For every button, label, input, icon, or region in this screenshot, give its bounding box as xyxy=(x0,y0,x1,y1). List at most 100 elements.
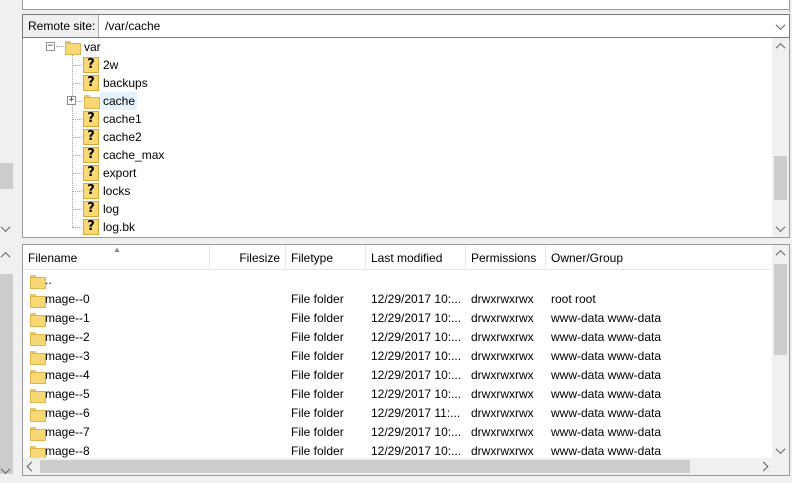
file-row[interactable]: mage--5 File folder 12/29/2017 10:... drwxr… xyxy=(23,385,771,404)
file-list-scroll-thumb[interactable] xyxy=(774,264,787,355)
tree-item-cache1[interactable]: ? cache1 xyxy=(23,110,771,128)
file-name: mage--4 xyxy=(45,368,90,382)
unknown-folder-icon: ? xyxy=(83,219,99,235)
file-size xyxy=(210,309,280,328)
parent-directory-row[interactable]: .. xyxy=(23,271,771,290)
tree-item-cache-max[interactable]: ? cache_max xyxy=(23,146,771,164)
tree-item-label: locks xyxy=(103,184,131,198)
tree-item-2w[interactable]: ? 2w xyxy=(23,56,771,74)
column-last-modified[interactable]: Last modified xyxy=(366,245,466,270)
remote-directory-tree[interactable]: − var ? 2w? backups + cache? cache1? cache2? ca… xyxy=(22,38,790,238)
file-owner: root root xyxy=(551,292,596,306)
column-filesize[interactable]: Filesize xyxy=(210,245,286,270)
tree-vertical-scrollbar[interactable] xyxy=(772,38,789,237)
remote-site-label: Remote site: xyxy=(23,15,99,37)
file-modified: 12/29/2017 10:... xyxy=(371,425,462,439)
unknown-folder-icon: ? xyxy=(83,183,99,199)
tree-connector xyxy=(73,119,82,120)
folder-icon xyxy=(29,349,46,365)
column-owner-group[interactable]: Owner/Group xyxy=(546,245,771,270)
file-size xyxy=(210,347,280,366)
file-row[interactable]: mage--4 File folder 12/29/2017 10:... drwxr… xyxy=(23,366,771,385)
expand-toggle[interactable]: + xyxy=(67,96,76,105)
column-filetype[interactable]: Filetype xyxy=(286,245,366,270)
folder-icon xyxy=(83,93,100,109)
remote-file-list[interactable]: Filename Filesize Filetype Last modified… xyxy=(22,244,790,476)
tree-item-label: cache2 xyxy=(103,130,142,144)
file-name: .. xyxy=(45,273,52,287)
folder-icon xyxy=(29,292,46,308)
file-list-vertical-scrollbar[interactable] xyxy=(772,245,789,459)
file-type: File folder xyxy=(291,292,344,306)
tree-connector xyxy=(73,155,82,156)
scroll-down-icon[interactable] xyxy=(772,220,789,237)
adjacent-scroll-down-icon-lower[interactable] xyxy=(0,464,11,475)
remote-path-dropdown-button[interactable] xyxy=(771,15,789,37)
tree-item-backups[interactable]: ? backups xyxy=(23,74,771,92)
tree-item-cache[interactable]: + cache xyxy=(23,92,771,110)
file-perms: drwxrwxrwx xyxy=(471,349,534,363)
tree-connector xyxy=(73,191,82,192)
tree-item-log[interactable]: ? log xyxy=(23,200,771,218)
folder-icon xyxy=(29,330,46,346)
tree-item-var[interactable]: − var xyxy=(23,38,771,56)
folder-icon xyxy=(29,387,46,403)
unknown-folder-icon: ? xyxy=(83,165,99,181)
tree-item-label: log.bk xyxy=(103,220,136,234)
scroll-left-icon[interactable] xyxy=(23,458,40,475)
tree-item-label: log xyxy=(103,202,120,216)
tree-item-export[interactable]: ? export xyxy=(23,164,771,182)
file-row[interactable]: mage--2 File folder 12/29/2017 10:... drwxr… xyxy=(23,328,771,347)
collapse-toggle[interactable]: − xyxy=(46,42,55,51)
adjacent-scroll-thumb-upper[interactable] xyxy=(0,163,13,189)
folder-icon xyxy=(29,406,46,422)
file-perms: drwxrwxrwx xyxy=(471,330,534,344)
file-owner: www-data www-data xyxy=(551,368,662,382)
tree-item-label: cache_max xyxy=(103,148,165,162)
file-type: File folder xyxy=(291,311,344,325)
file-owner: www-data www-data xyxy=(551,330,662,344)
adjacent-scroll-thumb-lower[interactable] xyxy=(0,274,13,474)
tree-item-log-bk[interactable]: ? log.bk xyxy=(23,218,771,236)
file-row[interactable]: mage--6 File folder 12/29/2017 11:... drwxr… xyxy=(23,404,771,423)
adjacent-scroll-up-icon[interactable] xyxy=(0,251,11,262)
scroll-down-icon[interactable] xyxy=(772,442,789,459)
tree-item-label: cache xyxy=(101,92,138,110)
file-row[interactable]: mage--0 File folder 12/29/2017 10:... drwxr… xyxy=(23,290,771,309)
tree-connector xyxy=(73,209,82,210)
adjacent-scroll-down-icon[interactable] xyxy=(0,222,11,233)
file-type: File folder xyxy=(291,368,344,382)
file-owner: www-data www-data xyxy=(551,406,662,420)
file-type: File folder xyxy=(291,406,344,420)
file-row[interactable]: mage--3 File folder 12/29/2017 10:... drwxr… xyxy=(23,347,771,366)
tree-item-label: 2w xyxy=(103,58,119,72)
scroll-right-icon[interactable] xyxy=(755,458,772,475)
tree-item-locks[interactable]: ? locks xyxy=(23,182,771,200)
file-modified: 12/29/2017 10:... xyxy=(371,292,462,306)
file-perms: drwxrwxrwx xyxy=(471,406,534,420)
file-size xyxy=(210,271,280,290)
tree-item-cache2[interactable]: ? cache2 xyxy=(23,128,771,146)
scroll-up-icon[interactable] xyxy=(772,245,789,262)
remote-path-input[interactable] xyxy=(103,15,771,37)
file-type xyxy=(291,271,366,290)
folder-icon xyxy=(29,273,46,289)
unknown-folder-icon: ? xyxy=(83,129,99,145)
column-permissions[interactable]: Permissions xyxy=(466,245,546,270)
unknown-folder-icon: ? xyxy=(83,75,99,91)
file-perms: drwxrwxrwx xyxy=(471,292,534,306)
file-size xyxy=(210,328,280,347)
file-list-hscroll-thumb[interactable] xyxy=(40,460,690,473)
tree-scroll-thumb[interactable] xyxy=(774,156,787,200)
file-owner: www-data www-data xyxy=(551,425,662,439)
file-modified: 12/29/2017 10:... xyxy=(371,368,462,382)
file-list-horizontal-scrollbar[interactable] xyxy=(23,458,789,475)
file-owner xyxy=(551,271,766,290)
adjacent-pane-scrollbar[interactable] xyxy=(0,38,14,483)
scroll-up-icon[interactable] xyxy=(772,38,789,55)
file-row[interactable]: mage--1 File folder 12/29/2017 10:... drwxr… xyxy=(23,309,771,328)
file-name: mage--7 xyxy=(45,425,90,439)
file-owner: www-data www-data xyxy=(551,387,662,401)
tree-item-label: backups xyxy=(103,76,148,90)
file-row[interactable]: mage--7 File folder 12/29/2017 10:... drwxr… xyxy=(23,423,771,442)
